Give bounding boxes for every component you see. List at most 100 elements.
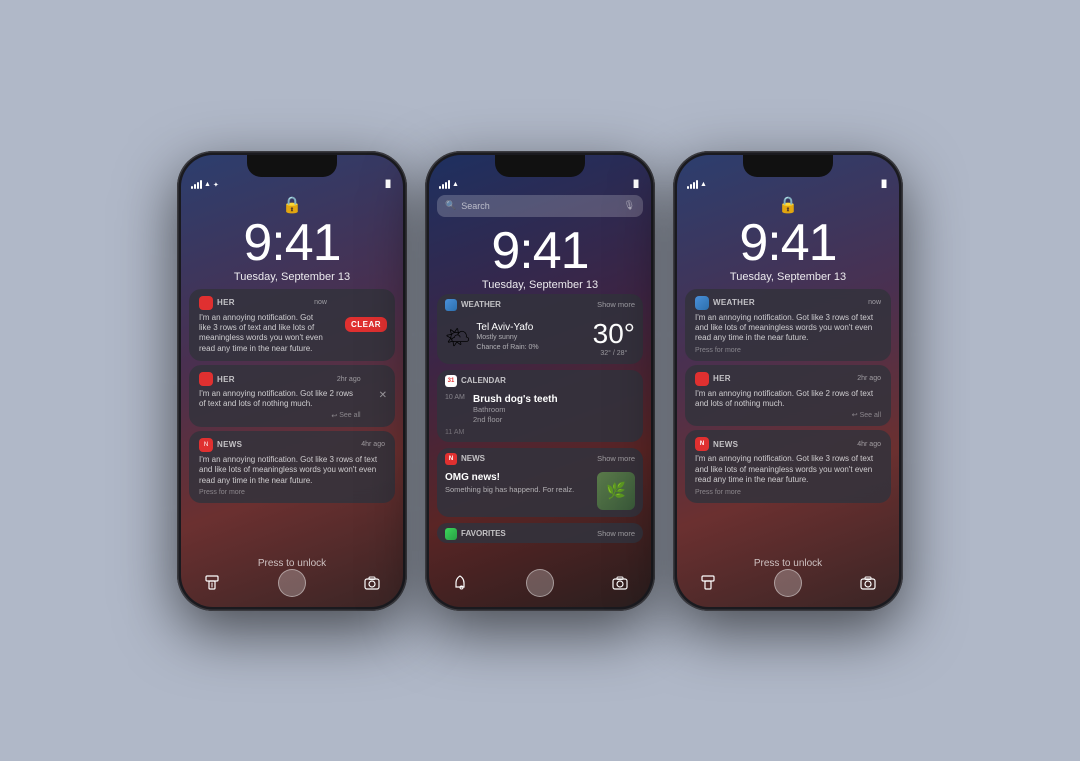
weather-desc: Mostly sunny — [476, 333, 538, 343]
notif-app-name-2: HER — [217, 375, 235, 384]
notif-body-r3: I'm an annoying notification. Got like 3… — [695, 454, 881, 485]
weather-temp: 30° — [593, 318, 635, 350]
notif-app-name-r2: HER — [713, 374, 731, 383]
calendar-event-title: Brush dog's teeth — [473, 394, 558, 405]
status-left-icons: ▲ ✦ — [191, 180, 219, 189]
notif-card-r1: WEATHER now I'm an annoying notification… — [685, 289, 891, 361]
notif-action-3[interactable]: Press for more — [199, 489, 385, 496]
weather-rain: Chance of Rain: 0% — [476, 343, 538, 353]
favorites-show-more[interactable]: Show more — [597, 529, 635, 538]
notif-time-r2: 2hr ago — [857, 375, 881, 382]
phone-right-screen: ▲ ▐▌ 🔒 9:41 Tuesday, September 13 — [677, 155, 899, 607]
lock-icon: 🔒 — [181, 195, 403, 215]
notif-app-icon-r2 — [695, 372, 709, 386]
search-icon: 🔍 — [445, 200, 456, 211]
flashlight-icon-left[interactable] — [201, 572, 223, 594]
notif-main-1: HER now I'm an annoying notification. Go… — [189, 289, 337, 362]
home-button-right[interactable] — [774, 569, 802, 597]
notif-card-r2: HER 2hr ago I'm an annoying notification… — [685, 365, 891, 427]
news-app-icon: N — [445, 453, 457, 465]
notif-body-1: I'm an annoying notification. Got like 3… — [199, 313, 327, 355]
notif-main-2: HER 2hr ago I'm an annoying notification… — [189, 365, 371, 427]
clear-button-1[interactable]: CLEAR — [345, 317, 387, 332]
signal-icon-middle — [439, 180, 450, 189]
weather-show-more[interactable]: Show more — [597, 300, 635, 309]
notch-middle — [495, 155, 585, 177]
time-right: 9:41 Tuesday, September 13 — [677, 215, 899, 283]
notif-body-r1: I'm an annoying notification. Got like 3… — [695, 313, 881, 344]
see-all-2[interactable]: ↩ See all — [199, 412, 361, 420]
notif-card-3: N NEWS 4hr ago I'm an annoying notificat… — [189, 431, 395, 503]
notif-action-r3[interactable]: Press for more — [695, 489, 881, 496]
phone-middle: ▲ ▐▌ 🔍 Search 🎙 9:41 Tuesday, September … — [425, 151, 655, 611]
phone-left-wrapper: ▲ ✦ ▐▌ 🔒 9:41 Tuesday, September 13 — [177, 151, 407, 611]
notif-app-icon-r3: N — [695, 437, 709, 451]
news-widget: N NEWS Show more OMG news! Something big… — [437, 448, 643, 517]
notch-right — [743, 155, 833, 177]
phone-middle-wrapper: ▲ ▐▌ 🔍 Search 🎙 9:41 Tuesday, September … — [425, 151, 655, 611]
calendar-app-icon: 31 — [445, 375, 457, 387]
notif-action-r1[interactable]: Press for more — [695, 347, 881, 354]
notif-app-name-r3: NEWS — [713, 440, 738, 449]
notif-app-icon-3: N — [199, 438, 213, 452]
notif-time-3: 4hr ago — [361, 441, 385, 448]
bell-icon-middle[interactable] — [449, 572, 471, 594]
home-button-left[interactable] — [278, 569, 306, 597]
notif-app-name-1: HER — [217, 298, 235, 307]
calendar-app-name: CALENDAR — [461, 376, 506, 385]
status-bar-right: ▲ ▐▌ — [677, 177, 899, 191]
weather-city: Tel Aviv-Yafo — [476, 322, 538, 333]
notif-dismiss-2[interactable]: ✕ — [371, 365, 395, 427]
notif-dismiss-1[interactable]: CLEAR — [337, 289, 395, 362]
battery-icon: ▐▌ — [383, 181, 393, 188]
news-content: OMG news! Something big has happend. For… — [437, 468, 643, 517]
status-bar-left: ▲ ✦ ▐▌ — [181, 177, 403, 191]
weather-content: 🌤 Tel Aviv-Yafo Mostly sunny Chance of R… — [437, 314, 643, 364]
calendar-content: 10 AM Brush dog's teeth Bathroom 2nd flo… — [437, 390, 643, 442]
weather-range: 32° / 28° — [593, 350, 635, 357]
search-bar[interactable]: 🔍 Search 🎙 — [437, 195, 643, 217]
wifi-icon-right: ▲ — [700, 181, 707, 188]
camera-icon-middle[interactable] — [609, 572, 631, 594]
dismiss-x-2[interactable]: ✕ — [379, 390, 387, 401]
camera-icon-right[interactable] — [857, 572, 879, 594]
bluetooth-icon: ✦ — [213, 181, 219, 189]
see-all-r2[interactable]: ↩ See all — [695, 411, 881, 419]
press-unlock-right[interactable]: Press to unlock — [677, 558, 899, 569]
calendar-event-location: Bathroom — [473, 405, 558, 416]
notif-card-r3: N NEWS 4hr ago I'm an annoying notificat… — [685, 430, 891, 502]
calendar-event-floor: 2nd floor — [473, 415, 558, 426]
notif-body-3: I'm an annoying notification. Got like 3… — [199, 455, 385, 486]
favorites-widget: FAVORITES Show more — [437, 523, 643, 543]
bottom-icons-middle — [429, 569, 651, 597]
flashlight-icon-right[interactable] — [697, 572, 719, 594]
time-left: 9:41 Tuesday, September 13 — [181, 215, 403, 283]
phone-left-screen: ▲ ✦ ▐▌ 🔒 9:41 Tuesday, September 13 — [181, 155, 403, 607]
notif-body-2: I'm an annoying notification. Got like 2… — [199, 389, 361, 410]
weather-widget: WEATHER Show more 🌤 Tel Aviv-Yafo Mostly… — [437, 294, 643, 364]
notif-body-r2: I'm an annoying notification. Got like 2… — [695, 389, 881, 410]
press-unlock-left[interactable]: Press to unlock — [181, 558, 403, 569]
news-app-name: NEWS — [461, 454, 485, 463]
bottom-icons-left — [181, 569, 403, 597]
search-placeholder[interactable]: Search — [461, 201, 618, 211]
notif-app-icon-1 — [199, 296, 213, 310]
home-button-middle[interactable] — [526, 569, 554, 597]
microphone-icon[interactable]: 🎙 — [624, 200, 635, 211]
notif-app-name-r1: WEATHER — [713, 298, 755, 307]
signal-icon — [191, 180, 202, 189]
signal-icon-right — [687, 180, 698, 189]
news-show-more[interactable]: Show more — [597, 454, 635, 463]
news-body: Something big has happend. For realz. — [445, 485, 591, 495]
notch-left — [247, 155, 337, 177]
phone-middle-screen: ▲ ▐▌ 🔍 Search 🎙 9:41 Tuesday, September … — [429, 155, 651, 607]
bottom-icons-right — [677, 569, 899, 597]
notif-time-r3: 4hr ago — [857, 441, 881, 448]
battery-icon-middle: ▐▌ — [631, 181, 641, 188]
camera-icon-left[interactable] — [361, 572, 383, 594]
status-bar-middle: ▲ ▐▌ — [429, 177, 651, 191]
notif-time-2: 2hr ago — [337, 376, 361, 383]
news-title: OMG news! — [445, 472, 591, 483]
weather-app-icon — [445, 299, 457, 311]
time-middle: 9:41 Tuesday, September 13 — [429, 223, 651, 291]
